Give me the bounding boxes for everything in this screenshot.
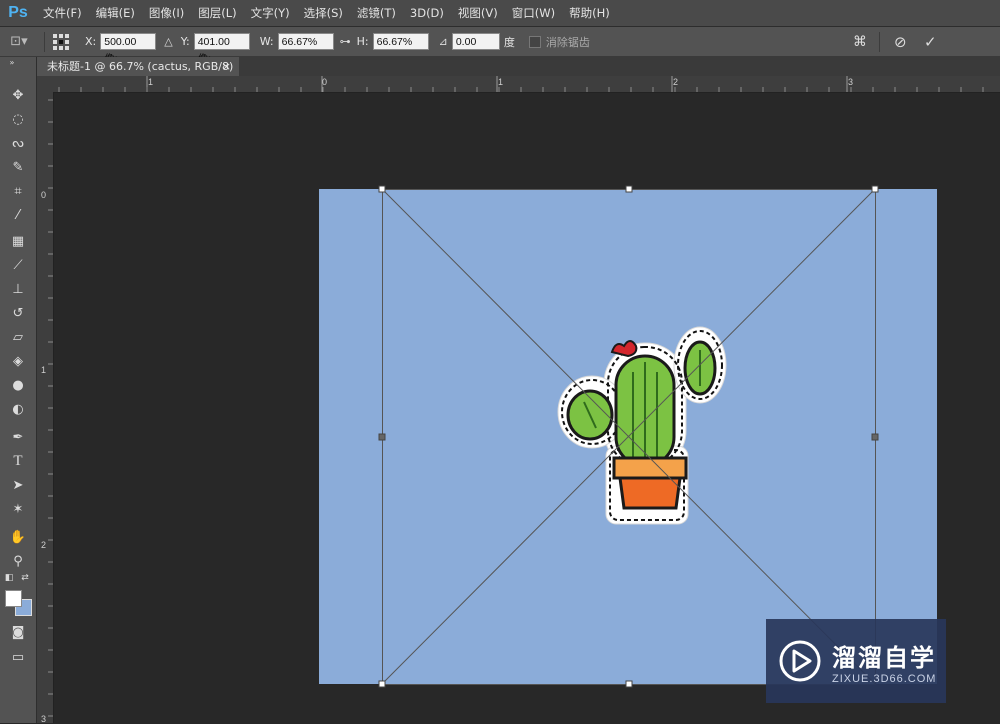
menu-filter[interactable]: 滤镜(T) (350, 5, 403, 21)
antialias-checkbox[interactable] (528, 35, 541, 48)
ruler-ticks (58, 76, 984, 92)
crop-tool-icon[interactable]: ⌗ (8, 181, 28, 201)
custom-shape-tool-icon[interactable]: ✶ (8, 499, 28, 519)
eraser-tool-icon[interactable]: ▱ (8, 327, 28, 347)
zoom-tool-icon[interactable]: ⚲ (8, 551, 28, 571)
menu-3d[interactable]: 3D(D) (403, 6, 451, 20)
menu-bar: Ps 文件(F) 编辑(E) 图像(I) 图层(L) 文字(Y) 选择(S) 滤… (0, 0, 1000, 27)
w-label: W: (259, 35, 274, 48)
link-icon[interactable]: ⊶ (340, 35, 351, 48)
close-tab-button[interactable]: × (222, 57, 231, 76)
x-position-field[interactable]: 500.00 像: (100, 33, 157, 65)
type-tool-icon[interactable]: T (8, 451, 28, 471)
panel-collapse-icon[interactable]: » (2, 57, 22, 67)
menu-help[interactable]: 帮助(H) (562, 5, 617, 21)
angle-field[interactable]: 0.00 (451, 33, 500, 50)
default-colors-icon[interactable]: ◧ (2, 571, 16, 585)
menu-file[interactable]: 文件(F) (36, 5, 89, 21)
watermark-title: 溜溜自学 (832, 643, 936, 672)
options-bar: ⊡▾ X: 500.00 像: △ Y: 401.00 像: W: 66.67%… (0, 27, 1000, 65)
clone-stamp-tool-icon[interactable]: ⊥ (8, 279, 28, 299)
cancel-transform-icon[interactable]: ⊘ (894, 33, 916, 51)
angle-unit: 度 (503, 35, 515, 49)
quick-selection-tool-icon[interactable]: ✎ (8, 157, 28, 177)
quick-mask-icon[interactable]: ◙ (8, 622, 28, 642)
menu-type[interactable]: 文字(Y) (244, 5, 297, 21)
paint-bucket-tool-icon[interactable]: ◈ (8, 351, 28, 371)
document-tab[interactable]: 未标题-1 @ 66.7% (cactus, RGB/8) × (37, 57, 239, 76)
move-tool-icon[interactable]: ✥ (8, 85, 28, 105)
reference-point-icon[interactable] (51, 33, 71, 51)
menu-image[interactable]: 图像(I) (142, 5, 191, 21)
y-label: Y: (180, 35, 190, 48)
path-selection-tool-icon[interactable]: ➤ (8, 475, 28, 495)
photoshop-logo: Ps (8, 4, 28, 21)
lasso-tool-icon[interactable]: ᔓ (8, 133, 28, 153)
divider (879, 31, 880, 52)
tools-panel: » ✥ ◌ ᔓ ✎ ⌗ ⁄ ▦ ⟋ ⊥ ↺ ▱ ◈ ● ◐ ✒ T ➤ ✶ ✋ … (0, 57, 37, 723)
pen-tool-icon[interactable]: ✒ (8, 427, 28, 447)
divider (44, 31, 45, 52)
antialias-label: 消除锯齿 (545, 35, 590, 49)
blur-tool-icon[interactable]: ● (8, 375, 28, 395)
width-field[interactable]: 66.67% (277, 33, 334, 50)
menu-view[interactable]: 视图(V) (451, 5, 505, 21)
menu-window[interactable]: 窗口(W) (505, 5, 562, 21)
watermark-subtitle: ZIXUE.3D66.COM (832, 672, 937, 685)
swap-colors-icon[interactable]: ⇄ (18, 571, 32, 585)
dodge-tool-icon[interactable]: ◐ (8, 399, 28, 419)
menu-select[interactable]: 选择(S) (297, 5, 350, 21)
screen-mode-icon[interactable]: ▭ (8, 647, 28, 667)
warp-mode-icon[interactable]: ⌘ (853, 34, 873, 50)
document-tab-strip: 未标题-1 @ 66.7% (cactus, RGB/8) × (37, 57, 1000, 76)
document-tab-title: 未标题-1 @ 66.7% (cactus, RGB/8) (47, 60, 234, 73)
horizontal-ruler[interactable]: 1 0 1 2 3 (53, 76, 1000, 93)
height-field[interactable]: 66.67% (372, 33, 429, 50)
healing-brush-tool-icon[interactable]: ▦ (8, 231, 28, 251)
menu-layer[interactable]: 图层(L) (191, 5, 243, 21)
vertical-ruler[interactable]: 0 1 2 3 (37, 92, 54, 724)
delta-icon[interactable]: △ (164, 35, 172, 48)
ruler-origin[interactable] (37, 76, 53, 92)
play-logo-icon (779, 640, 821, 682)
menu-edit[interactable]: 编辑(E) (89, 5, 142, 21)
eyedropper-tool-icon[interactable]: ⁄ (8, 205, 28, 225)
hand-tool-icon[interactable]: ✋ (8, 527, 28, 547)
transform-tool-icon[interactable]: ⊡▾ (0, 34, 38, 49)
marquee-tool-icon[interactable]: ◌ (8, 109, 28, 129)
brush-tool-icon[interactable]: ⟋ (8, 255, 28, 275)
angle-icon: ⊿ (438, 35, 448, 48)
h-label: H: (356, 35, 369, 48)
foreground-color-swatch[interactable] (5, 590, 22, 607)
ruler-ticks (48, 99, 53, 717)
history-brush-tool-icon[interactable]: ↺ (8, 303, 28, 323)
document-canvas[interactable] (319, 189, 937, 684)
commit-transform-icon[interactable]: ✓ (924, 33, 946, 51)
watermark: 溜溜自学 ZIXUE.3D66.COM (766, 619, 946, 703)
y-position-field[interactable]: 401.00 像: (193, 33, 250, 65)
x-label: X: (85, 35, 97, 48)
